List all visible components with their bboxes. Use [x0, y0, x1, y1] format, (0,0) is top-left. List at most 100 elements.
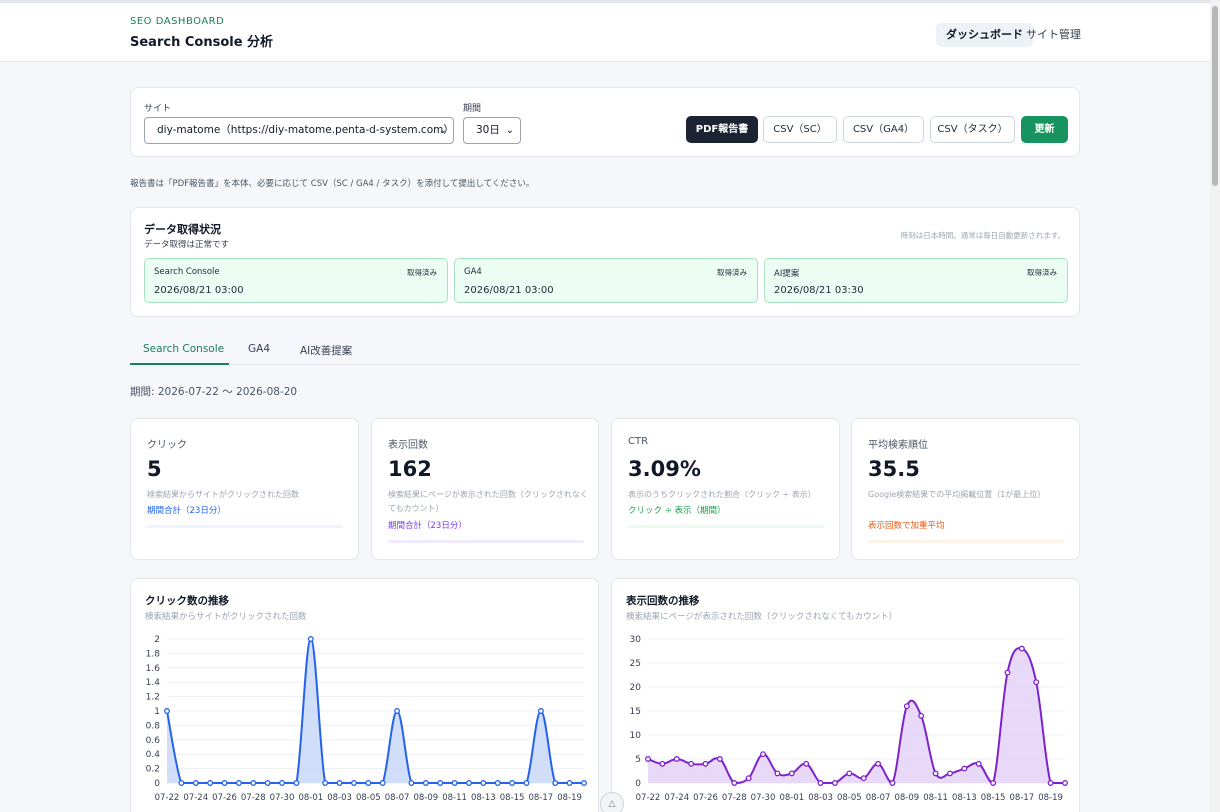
data-status-title: データ取得状況 — [144, 223, 221, 236]
status-source-name: AI提案 — [774, 269, 800, 279]
csv-task-button[interactable]: CSV（タスク） — [930, 116, 1015, 143]
data-point — [164, 708, 170, 714]
scroll-top-button[interactable]: △ — [600, 792, 624, 812]
kpi-title: CTR — [628, 436, 649, 447]
data-point — [437, 780, 444, 786]
csv-ga4-button[interactable]: CSV（GA4） — [843, 116, 924, 143]
data-point — [1004, 669, 1011, 676]
scrollbar-thumb[interactable] — [1212, 6, 1218, 186]
data-point — [716, 756, 723, 762]
x-tick-label: 07-24 — [664, 793, 689, 803]
y-tick-label: 1.6 — [146, 664, 161, 674]
impressions-chart-card: 表示回数の推移 検索結果にページが表示された回数（クリックされなくてもカウント）… — [611, 578, 1080, 812]
x-tick-label: 08-13 — [952, 793, 977, 803]
x-tick-label: 08-01 — [298, 793, 323, 803]
x-tick-label: 08-07 — [385, 793, 410, 803]
data-status-panel: データ取得状況 データ取得は正常です 時刻は日本時間。通常は毎日自動更新されます… — [130, 207, 1080, 317]
x-tick-label: 07-30 — [270, 793, 295, 803]
x-tick-label: 08-05 — [356, 793, 381, 803]
kpi-footnote: 期間合計（23日分） — [147, 506, 226, 516]
status-badge: 取得済み — [1027, 268, 1057, 277]
period-select[interactable]: 30日 ⌄ — [463, 117, 521, 144]
data-point — [702, 760, 709, 767]
data-point — [645, 756, 651, 762]
data-point — [875, 760, 882, 767]
y-tick-label: 25 — [630, 659, 641, 669]
data-point — [509, 780, 516, 786]
status-badge: 取得済み — [717, 268, 747, 277]
status-timestamp: 2026/08/21 03:00 — [464, 285, 554, 296]
clicks-trend-chart: 0 0.2 0.4 0.6 0.8 1 1.2 1.4 1.6 1.8 2 07-22 07-24 07-… — [146, 635, 587, 803]
data-point — [480, 780, 487, 786]
period-label: 期間 — [463, 104, 482, 114]
x-tick-label: 07-24 — [183, 793, 208, 803]
data-point — [322, 780, 329, 786]
data-point — [1047, 780, 1054, 786]
data-point — [307, 636, 314, 642]
x-tick-label: 08-11 — [442, 793, 467, 803]
tab-ai-suggestions[interactable]: AI改善提案 — [300, 343, 352, 358]
data-point — [279, 780, 285, 786]
y-tick-label: 0.2 — [146, 765, 160, 775]
data-point — [207, 780, 214, 786]
data-point — [932, 770, 939, 777]
y-tick-label: 0 — [635, 779, 641, 789]
data-point — [731, 780, 738, 786]
data-point — [817, 780, 824, 786]
y-tick-label: 0.8 — [146, 721, 161, 731]
x-tick-label: 08-17 — [529, 793, 554, 803]
data-point — [394, 708, 401, 714]
data-point — [860, 775, 867, 782]
data-point — [221, 780, 228, 786]
data-point — [235, 780, 242, 786]
site-select[interactable]: diy-matome（https://diy-matome.penta-d-sy… — [144, 117, 454, 144]
y-tick-label: 20 — [630, 683, 642, 693]
status-card-ai: AI提案 取得済み 2026/08/21 03:30 — [764, 258, 1068, 303]
x-tick-label: 07-28 — [722, 793, 747, 803]
y-tick-label: 1.8 — [146, 649, 161, 659]
report-instruction-text: 報告書は「PDF報告書」を本体、必要に応じて CSV（SC / GA4 / タス… — [130, 179, 535, 189]
y-tick-label: 30 — [630, 635, 642, 645]
tabs-divider — [130, 364, 1080, 365]
data-point — [918, 712, 925, 719]
y-tick-label: 5 — [635, 755, 641, 765]
period-range-text: 期間: 2026-07-22 〜 2026-08-20 — [130, 386, 298, 398]
x-tick-label: 08-05 — [837, 793, 862, 803]
refresh-button[interactable]: 更新 — [1021, 116, 1068, 143]
chevron-down-icon: ⌄ — [438, 125, 447, 136]
nav-site-management-link[interactable]: サイト管理 — [1026, 23, 1081, 47]
x-tick-label: 08-07 — [866, 793, 891, 803]
x-tick-label: 07-22 — [636, 793, 661, 803]
x-tick-label: 08-19 — [557, 793, 582, 803]
data-point — [659, 760, 666, 767]
y-tick-label: 2 — [154, 635, 160, 645]
data-point — [422, 780, 429, 786]
data-point — [552, 780, 559, 786]
clicks-chart-card: クリック数の推移 検索結果からサイトがクリックされた回数 0 0.2 0.4 0.6 0… — [130, 578, 599, 812]
y-tick-label: 10 — [630, 731, 642, 741]
nav-dashboard-link[interactable]: ダッシュボード — [936, 23, 1033, 47]
kpi-footnote: 表示回数で加重平均 — [868, 521, 945, 531]
page-title: Search Console 分析 — [130, 35, 274, 50]
data-point — [566, 780, 573, 786]
kpi-accent-bar — [147, 525, 343, 528]
data-point — [581, 780, 587, 786]
y-tick-label: 0.6 — [146, 736, 161, 746]
x-tick-label: 08-09 — [894, 793, 919, 803]
kpi-card-impressions: 表示回数 162 検索結果にページが表示された回数（クリックされなくてもカウント… — [371, 418, 599, 560]
status-badge: 取得済み — [407, 268, 437, 277]
csv-sc-button[interactable]: CSV（SC） — [763, 116, 837, 143]
kpi-description: Google検索結果での平均掲載位置（1が最上位） — [868, 490, 1046, 499]
data-point — [788, 770, 795, 777]
pdf-report-button[interactable]: PDF報告書 — [686, 116, 758, 143]
data-status-subtitle: データ取得は正常です — [144, 240, 230, 250]
data-point — [745, 775, 752, 782]
y-tick-label: 15 — [630, 707, 641, 717]
kpi-accent-bar — [388, 540, 584, 543]
tab-search-console[interactable]: Search Console — [143, 343, 224, 355]
tab-ga4[interactable]: GA4 — [248, 343, 270, 355]
page-scrollbar[interactable] — [1210, 0, 1220, 812]
data-point — [178, 780, 185, 786]
kpi-title: 表示回数 — [388, 440, 428, 451]
x-tick-label: 08-03 — [327, 793, 352, 803]
